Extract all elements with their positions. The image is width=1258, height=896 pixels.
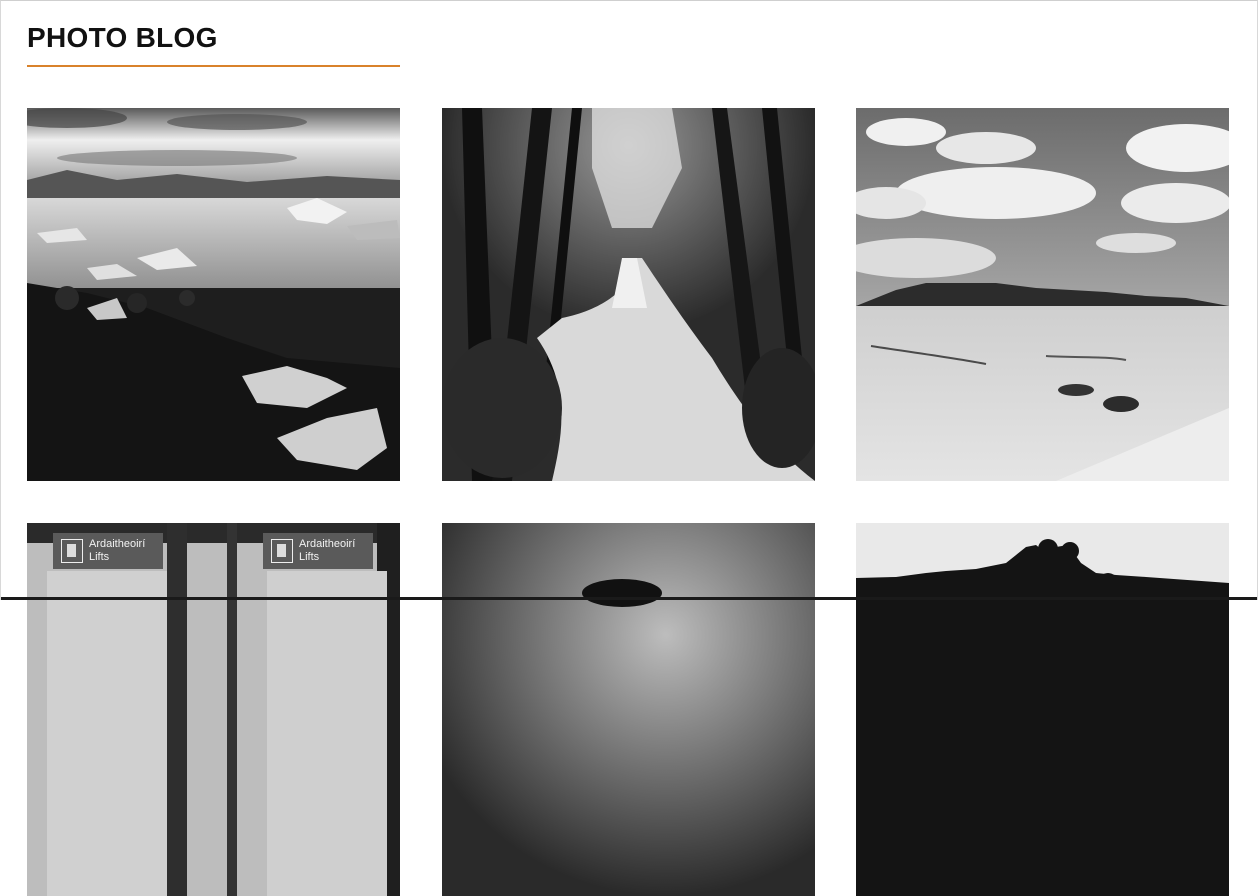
sign-text-english: Lifts (299, 551, 320, 563)
lifts-sign: Ardaitheoirí Lifts (53, 533, 163, 569)
photo-tile-city-skyline[interactable] (856, 523, 1229, 896)
photo-tile-dramatic-sky[interactable] (442, 523, 815, 896)
airport-lifts-image (27, 523, 400, 896)
photo-tile-forest-waterfall[interactable] (442, 108, 815, 481)
lift-icon (271, 539, 293, 563)
dramatic-sky-image (442, 523, 815, 896)
glacier-lagoon-image (27, 108, 400, 481)
photo-tile-desert[interactable] (856, 108, 1229, 481)
desert-image (856, 108, 1229, 481)
title-underline (27, 65, 400, 67)
lift-icon (61, 539, 83, 563)
sign-text-irish: Ardaitheoirí (299, 538, 356, 550)
photo-tile-glacier-lagoon[interactable] (27, 108, 400, 481)
page-title: PHOTO BLOG (27, 22, 218, 53)
lifts-sign: Ardaitheoirí Lifts (263, 533, 373, 569)
photo-tile-airport-lifts[interactable]: Ardaitheoirí Lifts Ardaitheoirí Lifts (27, 523, 400, 896)
city-skyline-image (856, 523, 1229, 896)
sign-text-english: Lifts (89, 551, 110, 563)
forest-waterfall-image (442, 108, 815, 481)
sign-text-irish: Ardaitheoirí (89, 538, 146, 550)
page-header: PHOTO BLOG (27, 21, 400, 67)
